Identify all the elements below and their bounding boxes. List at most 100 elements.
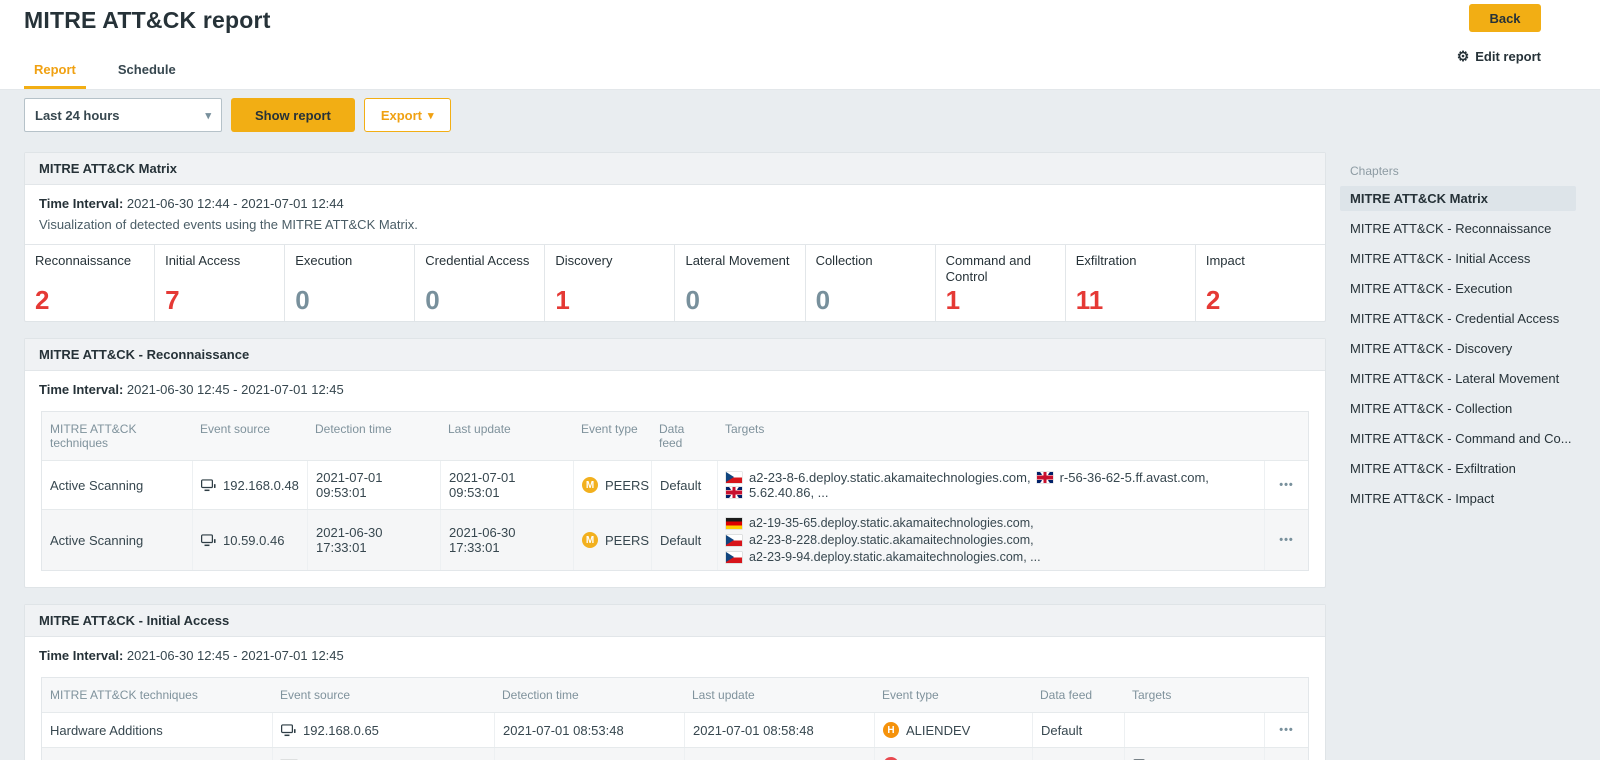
page-title: MITRE ATT&CK report xyxy=(24,7,271,34)
event-source-cell: 157.230.32.46 xyxy=(272,748,494,760)
col-last-update: Last update xyxy=(440,412,573,460)
col-event-type: Event type xyxy=(874,678,1032,712)
matrix-description: Visualization of detected events using t… xyxy=(39,217,1311,232)
panel-initial-access: MITRE ATT&CK - Initial Access Time Inter… xyxy=(24,604,1326,760)
chapter-item-collection[interactable]: MITRE ATT&CK - Collection xyxy=(1340,396,1576,421)
more-options-icon[interactable]: ••• xyxy=(1279,535,1294,545)
event-source-cell: 192.168.0.48 xyxy=(192,461,307,509)
monitor-icon xyxy=(281,724,296,737)
matrix-cell-command-and-control: Command and Control 1 xyxy=(935,245,1065,321)
col-actions xyxy=(1264,678,1308,712)
time-range-value: Last 24 hours xyxy=(35,108,120,123)
chapter-item-discovery[interactable]: MITRE ATT&CK - Discovery xyxy=(1340,336,1576,361)
tactic-count: 0 xyxy=(425,287,534,313)
chapter-item-lateral-movement[interactable]: MITRE ATT&CK - Lateral Movement xyxy=(1340,366,1576,391)
panel-title: MITRE ATT&CK - Reconnaissance xyxy=(25,339,1325,371)
technique-cell: External Remote Services xyxy=(42,748,272,760)
event-source-cell: 192.168.0.65 xyxy=(272,713,494,747)
event-type-cell: M PEERS xyxy=(573,461,651,509)
chapter-item-exfiltration[interactable]: MITRE ATT&CK - Exfiltration xyxy=(1340,456,1576,481)
target: a2-23-9-94.deploy.static.akamaitechnolog… xyxy=(726,549,1041,565)
last-update-cell: 2021-07-01 09:53:01 xyxy=(440,461,573,509)
target: r-56-36-62-5.ff.avast.com, xyxy=(1037,470,1209,485)
last-update-cell: 2021-06-30 16:00:51 xyxy=(684,748,874,760)
data-feed-cell: Default xyxy=(651,461,717,509)
panel-title: MITRE ATT&CK Matrix xyxy=(25,153,1325,185)
top-header: MITRE ATT&CK report Back ⚙ Edit report R… xyxy=(0,0,1600,90)
detection-time-cell: 2021-07-01 08:53:48 xyxy=(494,713,684,747)
tactic-count: 1 xyxy=(946,287,1055,313)
time-interval-line: Time Interval: 2021-06-30 12:45 - 2021-0… xyxy=(39,382,1311,397)
chapter-item-initial-access[interactable]: MITRE ATT&CK - Initial Access xyxy=(1340,246,1576,271)
target: 5.62.40.86, ... xyxy=(726,485,829,500)
event-type-cell: C SSHDICT xyxy=(874,748,1032,760)
flag-icon xyxy=(726,518,742,529)
tactic-count: 0 xyxy=(816,287,925,313)
time-range-select[interactable]: Last 24 hours ▾ xyxy=(24,98,222,132)
target: a2-23-8-228.deploy.static.akamaitechnolo… xyxy=(726,532,1041,548)
time-interval-value: 2021-06-30 12:44 - 2021-07-01 12:44 xyxy=(127,196,344,211)
actions-cell: ••• xyxy=(1264,748,1308,760)
tactic-count: 1 xyxy=(555,287,664,313)
time-interval-line: Time Interval: 2021-06-30 12:44 - 2021-0… xyxy=(39,196,1311,211)
technique-cell: Active Scanning xyxy=(42,510,192,570)
chapter-item-credential-access[interactable]: MITRE ATT&CK - Credential Access xyxy=(1340,306,1576,331)
matrix-cell-initial-access: Initial Access 7 xyxy=(154,245,284,321)
data-feed-cell: Default xyxy=(651,510,717,570)
col-event-type: Event type xyxy=(573,412,651,460)
col-detection-time: Detection time xyxy=(494,678,684,712)
tab-report[interactable]: Report xyxy=(24,56,86,89)
initial-access-info: Time Interval: 2021-06-30 12:45 - 2021-0… xyxy=(25,637,1325,675)
initial-access-table: MITRE ATT&CK techniques Event source Det… xyxy=(41,677,1309,760)
technique-cell: Hardware Additions xyxy=(42,713,272,747)
panel-title: MITRE ATT&CK - Initial Access xyxy=(25,605,1325,637)
data-feed-cell: Default xyxy=(1032,748,1124,760)
targets-cell: a2-23-8-6.deploy.static.akamaitechnologi… xyxy=(717,461,1264,509)
chapter-item-command-and-control[interactable]: MITRE ATT&CK - Command and Co... xyxy=(1340,426,1576,451)
actions-cell: ••• xyxy=(1264,461,1308,509)
detection-time-cell: 2021-06-30 17:33:01 xyxy=(307,510,440,570)
time-interval-label: Time Interval: xyxy=(39,382,123,397)
col-data-feed: Data feed xyxy=(1032,678,1124,712)
tactic-count: 11 xyxy=(1076,287,1185,313)
matrix-cell-lateral-movement: Lateral Movement 0 xyxy=(674,245,804,321)
chapter-item-impact[interactable]: MITRE ATT&CK - Impact xyxy=(1340,486,1576,511)
table-row: External Remote Services 157.230.32.46 2… xyxy=(42,747,1308,760)
col-last-update: Last update xyxy=(684,678,874,712)
chevron-down-icon: ▾ xyxy=(428,109,434,122)
edit-report-button[interactable]: ⚙ Edit report xyxy=(1457,48,1541,65)
tactic-count: 0 xyxy=(685,287,794,313)
data-feed-cell: Default xyxy=(1032,713,1124,747)
tactic-count: 0 xyxy=(295,287,404,313)
more-options-icon[interactable]: ••• xyxy=(1279,725,1294,735)
event-type-badge-icon: H xyxy=(883,722,899,738)
last-update-cell: 2021-06-30 17:33:01 xyxy=(440,510,573,570)
time-interval-label: Time Interval: xyxy=(39,196,123,211)
targets-cell xyxy=(1124,713,1264,747)
edit-report-label: Edit report xyxy=(1475,49,1541,64)
back-button[interactable]: Back xyxy=(1469,4,1541,32)
matrix-tactics-row: Reconnaissance 2 Initial Access 7 Execut… xyxy=(25,244,1325,321)
show-report-button[interactable]: Show report xyxy=(231,98,355,132)
table-row: Active Scanning 10.59.0.46 2021-06-30 17… xyxy=(42,509,1308,570)
actions-cell: ••• xyxy=(1264,510,1308,570)
more-options-icon[interactable]: ••• xyxy=(1279,480,1294,490)
recon-table: MITRE ATT&CK techniques Event source Det… xyxy=(41,411,1309,571)
detection-time-cell: 2021-07-01 09:53:01 xyxy=(307,461,440,509)
chapter-item-reconnaissance[interactable]: MITRE ATT&CK - Reconnaissance xyxy=(1340,216,1576,241)
chapter-item-execution[interactable]: MITRE ATT&CK - Execution xyxy=(1340,276,1576,301)
col-data-feed: Data feed xyxy=(651,412,717,460)
event-type-cell: H ALIENDEV xyxy=(874,713,1032,747)
detection-time-cell: 2021-06-30 15:50:50 xyxy=(494,748,684,760)
export-label: Export xyxy=(381,108,422,123)
tab-schedule[interactable]: Schedule xyxy=(108,56,186,89)
time-interval-label: Time Interval: xyxy=(39,648,123,663)
col-event-source: Event source xyxy=(272,678,494,712)
col-techniques: MITRE ATT&CK techniques xyxy=(42,678,272,712)
technique-cell: Active Scanning xyxy=(42,461,192,509)
col-targets: Targets xyxy=(1124,678,1264,712)
flag-icon xyxy=(726,487,742,498)
event-type-badge-icon: M xyxy=(582,532,598,548)
export-button[interactable]: Export ▾ xyxy=(364,98,451,132)
chapter-item-matrix[interactable]: MITRE ATT&CK Matrix xyxy=(1340,186,1576,211)
